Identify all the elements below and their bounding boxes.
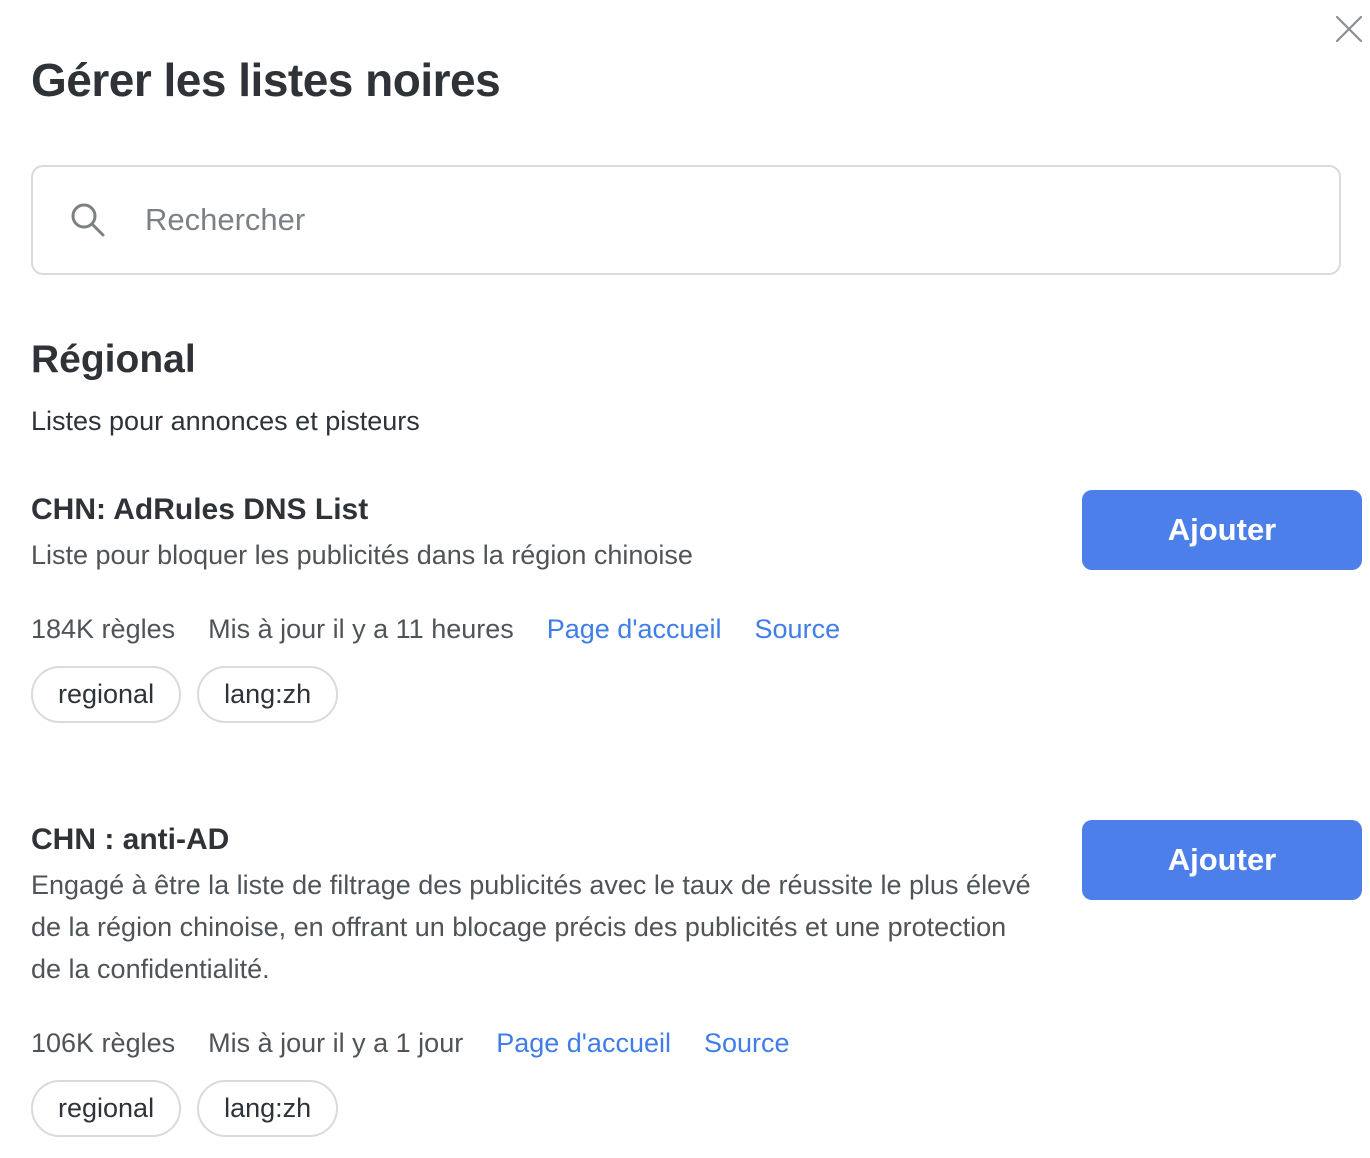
search-icon [71, 203, 105, 237]
rule-count: 184K règles [31, 614, 176, 644]
list-description: Liste pour bloquer les publicités dans l… [31, 540, 693, 570]
list-name: CHN: AdRules DNS List [31, 493, 369, 526]
homepage-link[interactable]: Page d'accueil [496, 1024, 671, 1062]
tag-lang-zh[interactable]: lang:zh [197, 666, 339, 723]
source-link[interactable]: Source [704, 1024, 790, 1062]
list-description: Engagé à être la liste de filtrage des p… [31, 870, 1031, 984]
source-link[interactable]: Source [755, 610, 841, 648]
list-name: CHN : anti-AD [31, 823, 230, 856]
rule-count: 106K règles [31, 1028, 176, 1058]
homepage-link[interactable]: Page d'accueil [547, 610, 722, 648]
list-item: CHN : anti-AD Engagé à être la liste de … [31, 820, 1362, 1150]
add-button[interactable]: Ajouter [1082, 490, 1362, 570]
close-icon [1335, 15, 1363, 43]
tag-lang-zh[interactable]: lang:zh [197, 1080, 339, 1137]
close-button[interactable] [1332, 12, 1366, 46]
tag-list: regional lang:zh [31, 1080, 339, 1137]
list-meta: 106K règles Mis à jour il y a 1 jour Pag… [31, 1024, 823, 1062]
section-title: Régional [31, 338, 196, 381]
tag-regional[interactable]: regional [31, 666, 182, 723]
list-item: CHN: AdRules DNS List Liste pour bloquer… [31, 490, 1362, 730]
search-box[interactable] [31, 165, 1341, 275]
page-title: Gérer les listes noires [31, 54, 501, 106]
tag-list: regional lang:zh [31, 666, 339, 723]
list-meta: 184K règles Mis à jour il y a 11 heures … [31, 610, 873, 648]
search-input[interactable] [145, 193, 1295, 247]
tag-regional[interactable]: regional [31, 1080, 182, 1137]
updated-time: Mis à jour il y a 11 heures [208, 614, 514, 644]
section-subtitle: Listes pour annonces et pisteurs [31, 406, 420, 436]
blocklist-dialog: Gérer les listes noires Régional Listes … [0, 0, 1370, 1158]
updated-time: Mis à jour il y a 1 jour [208, 1028, 464, 1058]
add-button[interactable]: Ajouter [1082, 820, 1362, 900]
